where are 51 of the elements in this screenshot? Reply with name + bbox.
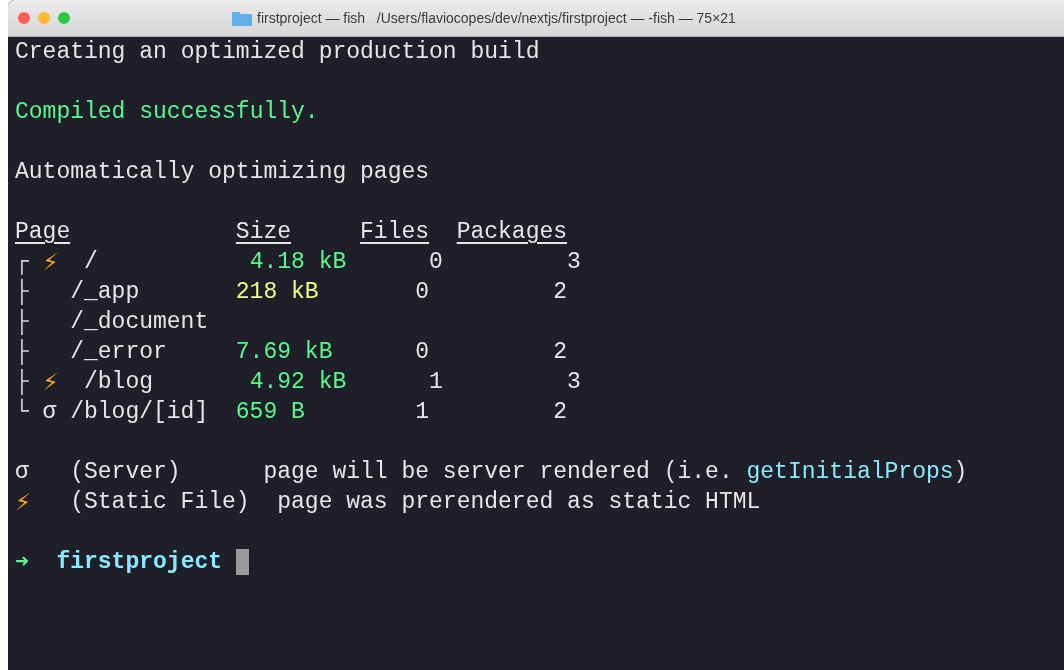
page-size: 659 B [235, 399, 305, 425]
output-line: Creating an optimized production build [15, 38, 540, 67]
page-size: 4.18 kB [249, 249, 347, 275]
output-line: Compiled successfully. [15, 98, 319, 127]
legend-description: page was prerendered as static HTML [277, 488, 761, 517]
legend-label: (Static File) [70, 489, 250, 515]
page-route: /_error [70, 339, 167, 365]
legend-label: (Server) [70, 459, 181, 485]
page-route: /_document [70, 309, 209, 335]
legend-description: page will be server rendered (i.e. getInitialProps) [263, 458, 968, 487]
close-button[interactable] [18, 12, 30, 24]
prompt-arrow: ➜ [15, 548, 29, 574]
window-title: firstproject — fish /Users/flaviocopes/dev/nextjs/firstproject — -fish — 75×21 [257, 9, 736, 28]
tree-line: ├ [15, 309, 29, 335]
column-header: Size [235, 219, 292, 245]
sigma-symbol: σ [15, 459, 29, 485]
tree-line: ├ [15, 339, 29, 365]
bolt-symbol: ⚡ [42, 369, 59, 395]
file-count: 0 [415, 339, 430, 365]
file-count: 1 [429, 369, 443, 395]
file-count: 0 [429, 249, 443, 275]
page-route: /blog/[id] [70, 399, 209, 425]
minimize-button[interactable] [38, 12, 50, 24]
sigma-symbol: σ [42, 399, 57, 425]
tree-line: ├ [15, 369, 29, 395]
bolt-symbol: ⚡ [42, 249, 59, 275]
file-count: 0 [415, 279, 430, 305]
cursor [235, 549, 249, 575]
page-size: 4.92 kB [249, 369, 347, 395]
column-header: Packages [456, 219, 568, 245]
tree-line: └ [15, 399, 29, 425]
package-count: 2 [553, 399, 568, 425]
bolt-symbol: ⚡ [15, 489, 32, 515]
tree-line: ┌ [15, 249, 29, 275]
tree-line: ├ [15, 279, 29, 305]
page-route: /_app [70, 279, 140, 305]
zoom-button[interactable] [58, 12, 70, 24]
folder-icon [232, 11, 252, 26]
package-count: 2 [553, 279, 568, 305]
column-header: Page [15, 219, 71, 245]
page-route: / [84, 249, 98, 275]
prompt-directory: firstproject [56, 548, 223, 577]
file-count: 1 [415, 399, 430, 425]
page-size: 218 kB [235, 279, 319, 305]
package-count: 3 [567, 249, 581, 275]
column-header: Files [360, 219, 430, 245]
page-size: 7.69 kB [235, 339, 333, 365]
output-line: Automatically optimizing pages [15, 158, 430, 187]
page-route: /blog [84, 369, 153, 395]
package-count: 2 [553, 339, 568, 365]
package-count: 3 [567, 369, 581, 395]
